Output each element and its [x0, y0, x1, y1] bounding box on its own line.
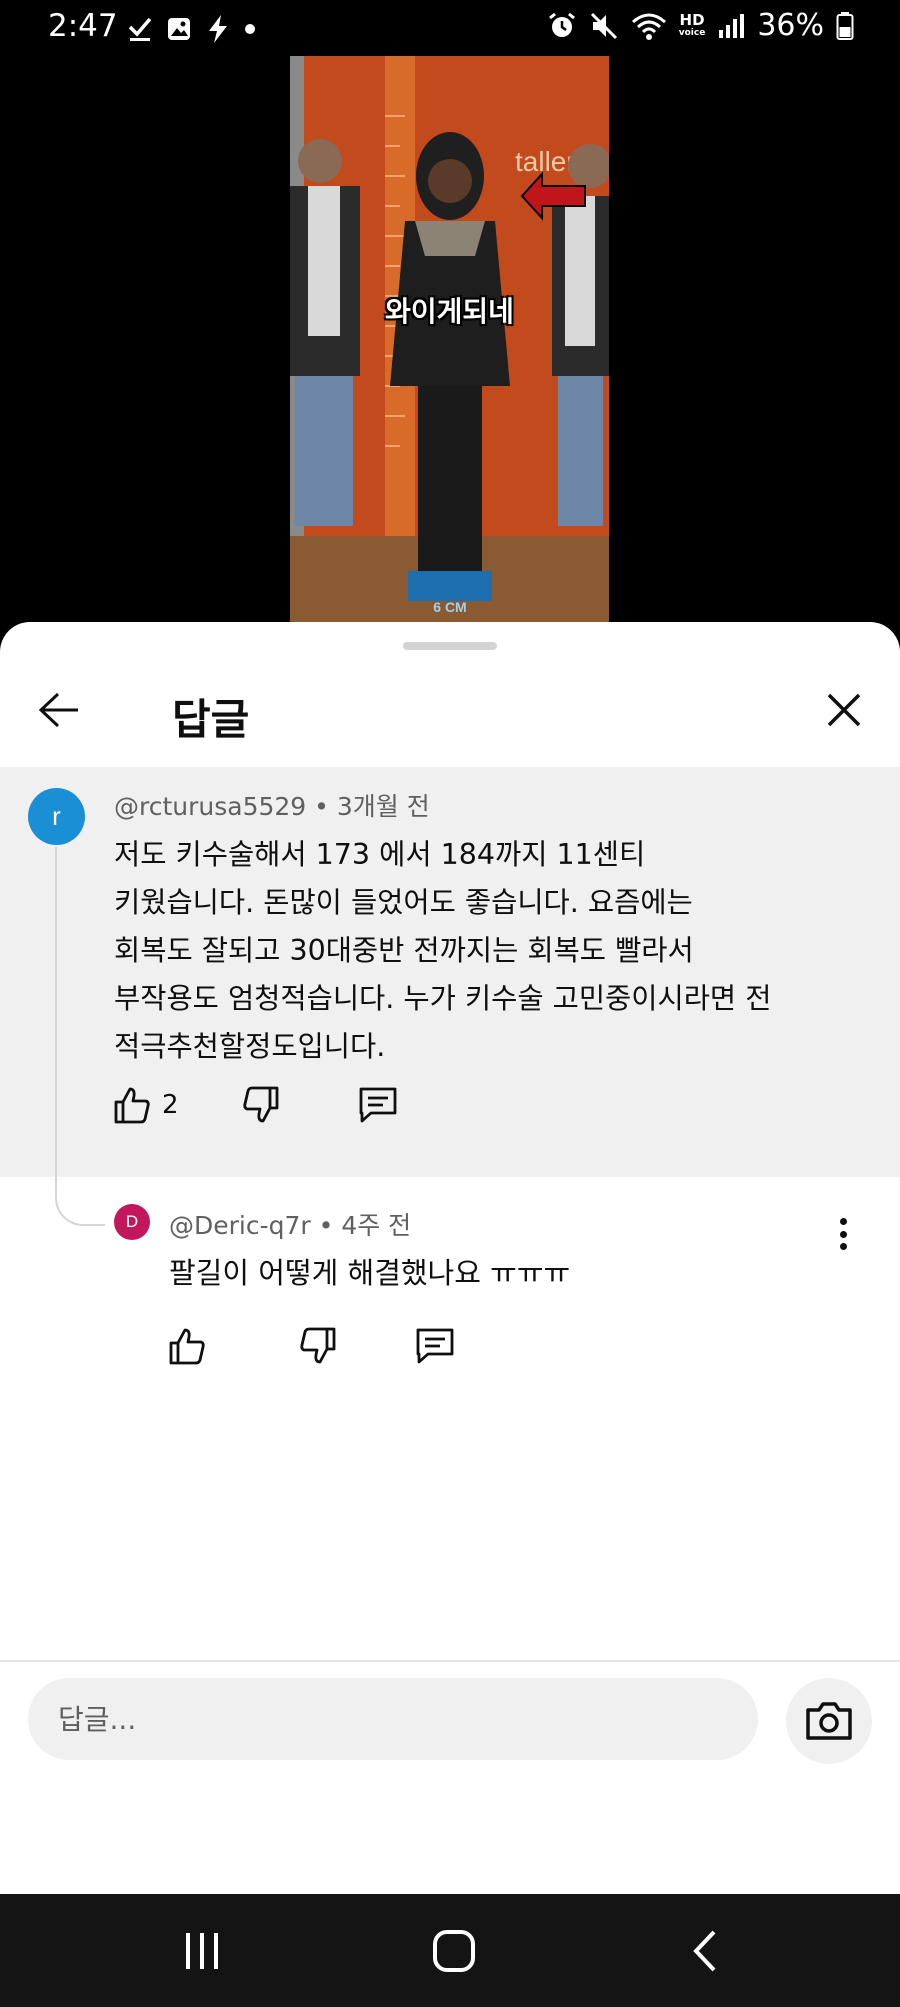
- reply-avatar[interactable]: D: [114, 1204, 150, 1240]
- reply-button[interactable]: [357, 1085, 399, 1125]
- kebab-dot: [839, 1243, 847, 1250]
- comment-icon: [359, 1087, 396, 1123]
- thumbs-up-icon: [169, 1328, 205, 1365]
- camera-icon: [806, 1702, 852, 1740]
- status-right-icons: HD voice 36%: [547, 8, 854, 43]
- comment-author[interactable]: @rcturusa5529: [114, 792, 306, 821]
- comment-time: 3개월 전: [336, 792, 430, 821]
- comment-icon: [416, 1328, 454, 1364]
- drag-handle[interactable]: [403, 642, 497, 650]
- thumbs-down-icon: [242, 1086, 278, 1123]
- back-button[interactable]: [30, 682, 86, 738]
- comment-line: 키웠습니다. 돈많이 들었어도 좋습니다. 요즘에는: [114, 886, 693, 919]
- avatar[interactable]: r: [28, 788, 85, 845]
- dislike-button[interactable]: [298, 1326, 338, 1366]
- like-button[interactable]: 2: [112, 1085, 179, 1125]
- battery-icon: [836, 11, 854, 40]
- reply-time: 4주 전: [341, 1211, 412, 1240]
- close-button[interactable]: [816, 682, 872, 738]
- thread-line: [55, 847, 105, 1226]
- signal-icon: [719, 13, 745, 38]
- comment-actions: 2: [112, 1085, 399, 1125]
- reply-button[interactable]: [414, 1326, 456, 1366]
- page-title: 답글: [172, 695, 250, 744]
- meta-separator: •: [310, 1211, 342, 1240]
- reply-actions: [167, 1326, 456, 1366]
- kebab-dot: [839, 1230, 847, 1238]
- system-nav-bar: [0, 1894, 900, 2007]
- reply-meta: @Deric-q7r • 4주 전: [169, 1206, 411, 1242]
- check-icon: [128, 17, 152, 41]
- mute-icon: [590, 12, 617, 39]
- like-button[interactable]: [167, 1326, 207, 1366]
- replies-sheet: 답글 r @rcturusa5529 • 3개월 전 저도 키수술해서 173 …: [0, 622, 900, 1894]
- scale-text: 6 CM: [433, 599, 466, 615]
- video-player[interactable]: taller 6 CM 와이게되네: [0, 56, 900, 622]
- video-frame[interactable]: taller 6 CM 와이게되네: [290, 56, 609, 622]
- hd-voice-icon: HD voice: [678, 11, 706, 39]
- camera-button[interactable]: [786, 1678, 872, 1764]
- dot-icon: [245, 24, 255, 34]
- reply-author[interactable]: @Deric-q7r: [169, 1211, 311, 1240]
- video-caption: 와이게되네: [385, 295, 514, 328]
- arrow-left-icon: [38, 692, 78, 728]
- thumbs-up-icon: [114, 1087, 150, 1124]
- video-thumbnail: taller 6 CM: [290, 56, 609, 622]
- like-count: 2: [162, 1090, 179, 1120]
- battery-percent: 36%: [757, 8, 824, 43]
- comment-line: 적극추천할정도입니다.: [114, 1030, 386, 1063]
- comment-text: 저도 키수술해서 173 에서 184까지 11센티 키웠습니다. 돈많이 들었…: [114, 831, 874, 1071]
- bolt-icon: [209, 15, 227, 43]
- home-icon: [433, 1930, 475, 1972]
- kebab-dot: [839, 1218, 847, 1225]
- recent-apps-button[interactable]: [157, 1916, 247, 1986]
- status-left-icons: [128, 14, 256, 44]
- thumbs-down-icon: [300, 1327, 336, 1364]
- reply-text: 팔길이 어떻게 해결했나요 ㅠㅠㅠ: [169, 1256, 571, 1290]
- home-button[interactable]: [409, 1916, 499, 1986]
- back-nav-button[interactable]: [660, 1916, 750, 1986]
- gallery-icon: [168, 18, 190, 40]
- comment-line: 저도 키수술해서 173 에서 184까지 11센티: [114, 838, 646, 871]
- recent-apps-icon: [186, 1933, 218, 1969]
- dislike-button[interactable]: [241, 1085, 281, 1125]
- alarm-icon: [548, 12, 575, 37]
- comment-line: 부작용도 엄청적습니다. 누가 키수술 고민중이시라면 전: [114, 982, 772, 1015]
- meta-separator: •: [306, 792, 337, 821]
- comment-line: 회복도 잘되고 30대중반 전까지는 회복도 빨라서: [114, 934, 694, 967]
- reply-input[interactable]: [28, 1678, 758, 1760]
- wall-text: taller: [515, 146, 576, 177]
- status-bar: 2:47 HD voice 36%: [0, 0, 900, 56]
- input-divider: [0, 1660, 900, 1662]
- sheet-header: 답글: [0, 660, 900, 805]
- avatar-letter: r: [52, 801, 61, 831]
- back-nav-icon: [693, 1930, 716, 1972]
- comment-meta: @rcturusa5529 • 3개월 전: [114, 787, 430, 823]
- reply-avatar-letter: D: [125, 1212, 139, 1231]
- more-options-button[interactable]: [826, 1214, 860, 1254]
- status-time: 2:47: [48, 8, 118, 44]
- wifi-icon: [631, 13, 666, 40]
- close-icon: [827, 693, 861, 727]
- parent-comment: r @rcturusa5529 • 3개월 전 저도 키수술해서 173 에서 …: [0, 767, 900, 1177]
